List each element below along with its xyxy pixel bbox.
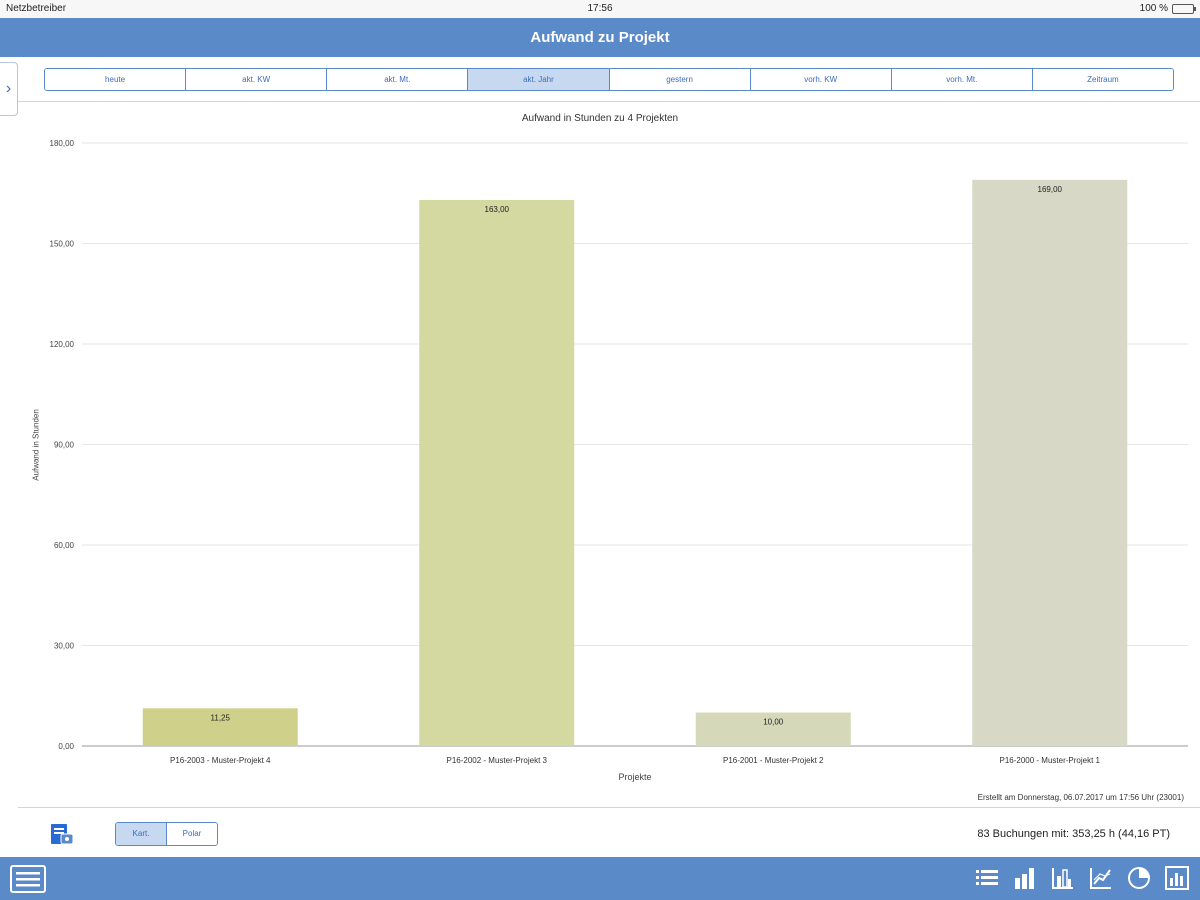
- x-tick-label: P16-2000 - Muster-Projekt 1: [1000, 756, 1101, 765]
- chart-footnote: Erstellt am Donnerstag, 06.07.2017 um 17…: [977, 793, 1184, 802]
- bar-chart: Aufwand in Stunden zu 4 Projekten Aufwan…: [0, 105, 1200, 805]
- report-chart-icon[interactable]: [1164, 865, 1190, 891]
- segment-akt-mt[interactable]: akt. Mt.: [327, 69, 469, 90]
- segment-akt-kw[interactable]: akt. KW: [186, 69, 328, 90]
- y-tick-label: 120,00: [50, 340, 75, 349]
- line-chart-icon[interactable]: [1088, 865, 1114, 891]
- chart-type-icons: [974, 865, 1190, 891]
- segment-vorh-mt[interactable]: vorh. Mt.: [891, 69, 1033, 90]
- chart-mode-toggle: Kart. Polar: [115, 822, 218, 846]
- y-tick-label: 150,00: [50, 240, 75, 249]
- bar: [972, 179, 1128, 747]
- bottom-controls: Kart. Polar 83 Buchungen mit: 353,25 h (4…: [0, 808, 1200, 856]
- y-tick-label: 60,00: [54, 541, 75, 550]
- menu-icon[interactable]: [10, 865, 46, 893]
- pie-chart-icon[interactable]: [1126, 865, 1152, 891]
- y-tick-label: 180,00: [50, 139, 75, 148]
- page-title: Aufwand zu Projekt: [0, 18, 1200, 57]
- bar-chart-icon[interactable]: [1012, 865, 1038, 891]
- export-pdf-icon[interactable]: [48, 822, 76, 848]
- y-tick-label: 90,00: [54, 441, 75, 450]
- chevron-right-icon: ›: [5, 80, 12, 97]
- segment-akt-jahr[interactable]: akt. Jahr: [468, 69, 610, 90]
- bar-value-label: 163,00: [485, 205, 510, 214]
- tab-bar: [0, 857, 1200, 900]
- segment-gestern[interactable]: gestern: [609, 69, 751, 90]
- x-tick-label: P16-2003 - Muster-Projekt 4: [170, 756, 271, 765]
- list-icon[interactable]: [974, 865, 1000, 891]
- clock: 17:56: [587, 3, 613, 14]
- segment-heute[interactable]: heute: [45, 69, 187, 90]
- battery-icon: [1172, 3, 1196, 14]
- battery-status: 100 %: [1139, 3, 1196, 14]
- y-tick-label: 0,00: [58, 742, 74, 751]
- x-tick-label: P16-2001 - Muster-Projekt 2: [723, 756, 824, 765]
- bar-value-label: 169,00: [1038, 185, 1063, 194]
- bookings-summary: 83 Buchungen mit: 353,25 h (44,16 PT): [977, 828, 1170, 840]
- toggle-kart[interactable]: Kart.: [116, 823, 167, 845]
- y-tick-label: 30,00: [54, 642, 75, 651]
- toggle-polar[interactable]: Polar: [167, 823, 217, 845]
- bar-value-label: 11,25: [211, 713, 231, 722]
- x-axis-label: Projekte: [618, 772, 652, 782]
- stacked-chart-icon[interactable]: [1050, 865, 1076, 891]
- bar: [419, 199, 575, 746]
- battery-percent: 100 %: [1139, 3, 1168, 14]
- bar-value-label: 10,00: [763, 718, 784, 727]
- divider: [18, 101, 1200, 102]
- segment-zeitraum[interactable]: Zeitraum: [1032, 69, 1173, 90]
- status-bar: Netzbetreiber 17:56 100 %: [0, 0, 1200, 18]
- x-tick-label: P16-2002 - Muster-Projekt 3: [447, 756, 548, 765]
- period-segmented-control: heute akt. KW akt. Mt. akt. Jahr gestern vorh…: [44, 68, 1174, 91]
- chart-plot: 0,00 30,00 60,00 90,00 120,00 150,00 180,00 11,…: [50, 139, 1188, 765]
- segment-vorh-kw[interactable]: vorh. KW: [750, 69, 892, 90]
